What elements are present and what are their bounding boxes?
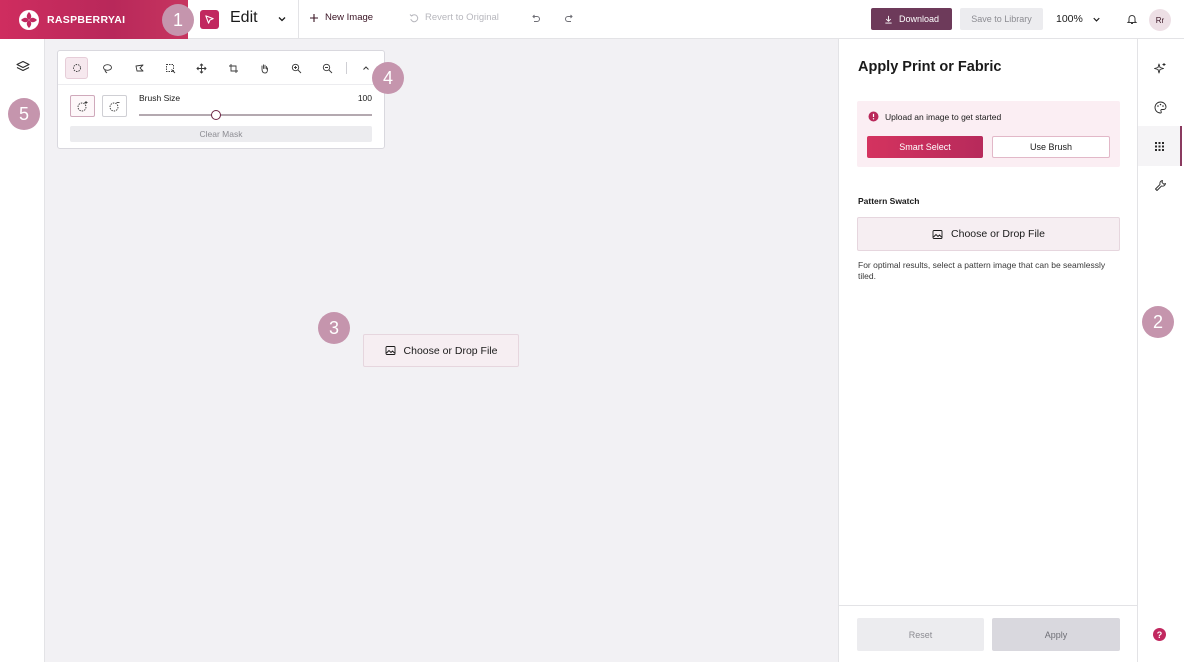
- image-icon: [385, 346, 395, 355]
- save-to-library-button[interactable]: Save to Library: [960, 8, 1043, 30]
- canvas-area[interactable]: Brush Size 100 Clear Mask Choose or Drop…: [45, 39, 838, 662]
- smart-select-button[interactable]: Smart Select: [867, 136, 983, 158]
- zoom-level[interactable]: 100%: [1056, 13, 1083, 25]
- lasso-icon[interactable]: [96, 57, 119, 79]
- plus-icon: [310, 13, 318, 22]
- undo-icon[interactable]: [530, 13, 541, 24]
- layers-icon[interactable]: [16, 60, 30, 74]
- brush-add-icon: [77, 101, 87, 112]
- avatar[interactable]: Rr: [1149, 9, 1171, 31]
- panel-title: Apply Print or Fabric: [858, 59, 1002, 75]
- download-button[interactable]: Download: [871, 8, 952, 30]
- toolbar-divider: [298, 0, 299, 39]
- rail-item-generate[interactable]: [1138, 48, 1182, 88]
- notice-text: Upload an image to get started: [885, 112, 1002, 122]
- callout-marker: 1: [162, 4, 194, 36]
- brand-name: RASPBERRYAI: [47, 13, 126, 26]
- tool-row: [58, 51, 384, 85]
- image-icon: [932, 229, 943, 239]
- sparkle-icon: [1153, 62, 1165, 73]
- rect-select-icon[interactable]: [159, 57, 182, 79]
- raspberry-logo-icon: [19, 9, 39, 30]
- tool-divider: [346, 62, 347, 74]
- clear-mask-button[interactable]: Clear Mask: [70, 126, 372, 142]
- brush-size-slider-knob[interactable]: [210, 110, 221, 120]
- new-image-label: New Image: [325, 12, 374, 23]
- brush-size-label: Brush Size: [139, 93, 181, 103]
- help-icon[interactable]: ?: [1153, 628, 1166, 641]
- brush-size-value: 100: [357, 93, 372, 103]
- wrench-icon: [1154, 179, 1166, 191]
- callout-marker: 2: [1142, 306, 1174, 338]
- apply-button[interactable]: Apply: [992, 618, 1120, 651]
- pattern-swatch-drop[interactable]: Choose or Drop File: [857, 217, 1120, 251]
- callout-marker: 4: [372, 62, 404, 94]
- callout-marker: 5: [8, 98, 40, 130]
- revert-label: Revert to Original: [425, 12, 499, 23]
- callout-marker: 3: [318, 312, 350, 344]
- brush-subtract-button[interactable]: [102, 95, 127, 117]
- brush-size-slider[interactable]: [139, 114, 372, 116]
- use-brush-button[interactable]: Use Brush: [992, 136, 1110, 158]
- redo-icon[interactable]: [564, 13, 575, 24]
- brush-add-button[interactable]: [70, 95, 95, 117]
- selection-tool-panel: Brush Size 100 Clear Mask: [57, 50, 385, 149]
- mode-label[interactable]: Edit: [230, 9, 258, 27]
- hand-icon[interactable]: [253, 57, 276, 79]
- brand[interactable]: RASPBERRYAI: [0, 0, 188, 39]
- alert-icon: [868, 111, 879, 122]
- move-icon[interactable]: [190, 57, 213, 79]
- swatch-help-text: For optimal results, select a pattern im…: [858, 260, 1106, 281]
- palette-icon: [1154, 101, 1166, 113]
- bell-icon[interactable]: [1126, 13, 1138, 25]
- left-rail: [0, 39, 45, 662]
- download-icon: [885, 15, 892, 24]
- rail-item-tools[interactable]: [1138, 165, 1182, 205]
- apply-print-panel: Apply Print or Fabric Upload an image to…: [838, 39, 1138, 662]
- right-rail: ?: [1138, 39, 1184, 662]
- chevron-down-icon[interactable]: [276, 13, 288, 25]
- reset-button[interactable]: Reset: [857, 618, 984, 651]
- revert-button[interactable]: Revert to Original: [409, 12, 499, 23]
- zoom-chevron-down-icon[interactable]: [1091, 14, 1102, 25]
- edit-mode-icon: [200, 10, 219, 29]
- upload-notice: Upload an image to get started Smart Sel…: [857, 101, 1120, 167]
- new-image-button[interactable]: New Image: [309, 12, 373, 23]
- rail-item-pattern[interactable]: [1138, 126, 1182, 166]
- zoom-in-icon[interactable]: [285, 57, 308, 79]
- crop-icon[interactable]: [222, 57, 245, 79]
- pattern-swatch-label: Pattern Swatch: [858, 196, 920, 206]
- swatch-drop-label: Choose or Drop File: [951, 228, 1045, 240]
- panel-footer: Reset Apply: [839, 605, 1137, 662]
- ellipse-select-icon[interactable]: [65, 57, 88, 79]
- polygon-lasso-icon[interactable]: [128, 57, 151, 79]
- pattern-grid-icon: [1154, 141, 1164, 151]
- revert-icon: [409, 13, 419, 22]
- rail-item-color[interactable]: [1138, 87, 1182, 127]
- canvas-file-drop[interactable]: Choose or Drop File: [363, 334, 519, 367]
- brush-subtract-icon: [109, 102, 119, 112]
- canvas-drop-label: Choose or Drop File: [403, 344, 498, 357]
- zoom-out-icon[interactable]: [316, 57, 339, 79]
- download-label: Download: [898, 14, 940, 24]
